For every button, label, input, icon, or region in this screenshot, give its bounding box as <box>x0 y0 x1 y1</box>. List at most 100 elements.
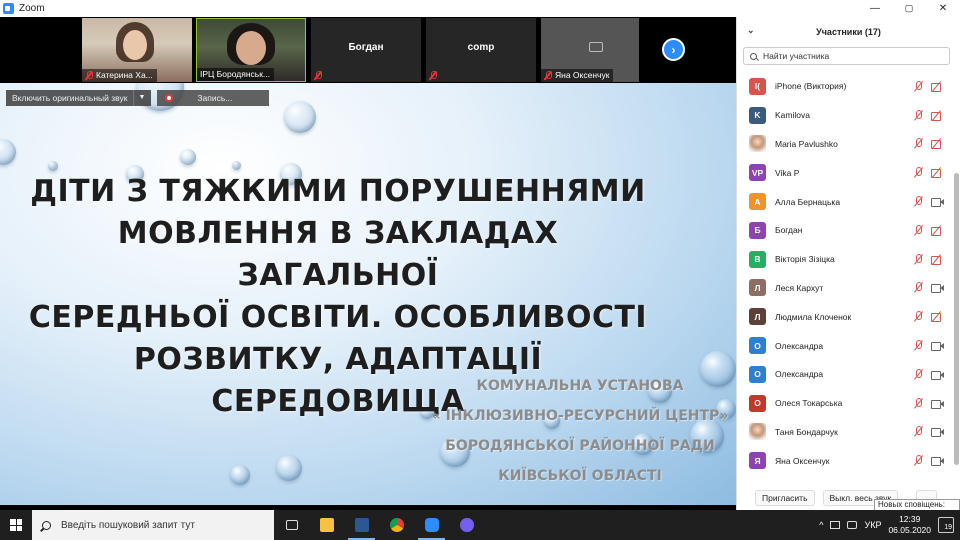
viber-icon <box>459 518 474 532</box>
participant-name: Таня Бондарчук <box>775 426 838 437</box>
participant-name: Яна Оксенчук <box>775 455 830 466</box>
mic-muted-icon <box>85 71 93 80</box>
next-page-icon[interactable]: › <box>662 38 685 61</box>
start-button[interactable] <box>0 510 32 540</box>
mic-muted-icon <box>913 426 923 437</box>
participant-name: Олександра <box>775 369 824 380</box>
camera-icon <box>931 455 944 467</box>
search-icon <box>42 520 51 530</box>
taskbar-search-input[interactable]: Введіть пошуковий запит тут <box>32 510 274 540</box>
thumbnail-name: ІРЦ Бородянськ... <box>197 68 274 81</box>
chevron-down-icon[interactable]: ▼ <box>133 90 145 106</box>
search-icon <box>750 52 757 60</box>
slide-org-line: КИЇВСЬКОЇ ОБЛАСТІ <box>498 468 662 484</box>
action-center-icon[interactable]: 19 <box>938 517 954 533</box>
video-thumbnail[interactable]: Богдан <box>311 18 421 82</box>
participant-status-icons <box>913 340 944 352</box>
mic-muted-icon <box>913 138 923 149</box>
maximize-button[interactable]: ▢ <box>892 3 926 14</box>
participant-row[interactable]: I(iPhone (Виктория) <box>737 72 953 101</box>
record-button[interactable]: Запись... <box>157 90 270 106</box>
minimize-button[interactable]: — <box>858 3 892 14</box>
water-drop <box>180 149 196 165</box>
participant-status-icons <box>913 397 944 409</box>
slide-title-line: ДІТИ З ТЯЖКИМИ ПОРУШЕННЯМИ <box>30 174 646 209</box>
volume-icon[interactable] <box>847 521 858 529</box>
thumbnail-center-name: Богдан <box>348 42 384 53</box>
participant-name: Людмила Клоченок <box>775 311 852 322</box>
camera-icon <box>931 369 944 380</box>
participant-row[interactable]: K Kamilova <box>737 101 953 130</box>
mic-muted-icon <box>314 71 322 80</box>
original-sound-button[interactable]: Включить оригинальный звук ▼ <box>6 90 152 106</box>
mic-muted-icon <box>913 368 923 380</box>
video-thumbnail[interactable]: comp <box>426 18 536 82</box>
participant-row[interactable]: Л Людмила Клоченок <box>737 302 953 331</box>
taskbar-word[interactable] <box>344 510 379 540</box>
participant-status-icons <box>913 167 943 179</box>
participant-row[interactable]: VP Vika P <box>737 158 953 187</box>
camera-off-icon <box>931 311 943 323</box>
thumbnail-name <box>311 69 329 82</box>
slide-org-line: « ІНКЛЮЗИВНО-РЕСУРСНИЙ ЦЕНТР» <box>431 408 729 424</box>
video-thumbnail[interactable]: Катерина Ха... <box>82 18 192 82</box>
video-thumbnail[interactable]: Яна Оксенчук <box>541 18 639 82</box>
participant-row[interactable]: В Вікторія Зізіцка <box>737 245 953 274</box>
invite-button[interactable]: Пригласить <box>755 490 815 506</box>
participants-list: I(iPhone (Виктория) K Kamilova Maria Pavlus… <box>737 72 953 476</box>
slide-org-line: БОРОДЯНСЬКОЇ РАЙОННОЇ РАДИ <box>445 438 715 454</box>
tray-expand-icon[interactable]: ^ <box>819 520 823 530</box>
participant-row[interactable]: О Олеся Токарська <box>737 389 953 418</box>
avatar: В <box>749 250 766 268</box>
participant-row[interactable]: О Олександра <box>737 331 953 360</box>
participant-status-icons <box>913 253 943 265</box>
avatar: А <box>749 193 766 211</box>
participant-row[interactable]: Я Яна Оксенчук <box>737 446 953 475</box>
mic-muted-icon <box>913 311 923 322</box>
chrome-icon <box>389 518 404 532</box>
camera-icon <box>931 340 944 352</box>
clock-time: 12:39 <box>899 514 921 524</box>
mic-muted-icon <box>913 109 923 121</box>
participant-row[interactable]: А Алла Бернацька <box>737 187 953 216</box>
participant-status-icons <box>913 426 944 438</box>
participant-row[interactable]: О Олександра <box>737 360 953 389</box>
taskbar-viber[interactable] <box>449 510 484 540</box>
slide-title-line: МОВЛЕННЯ В ЗАКЛАДАХ ЗАГАЛЬНОЇ <box>117 216 559 293</box>
participant-row[interactable]: Maria Pavlushko <box>737 130 953 159</box>
scrollbar-thumb[interactable] <box>954 173 959 465</box>
zoom-window: Zoom — ▢ ✕ Катерина Ха... ІРЦ Бородянськ… <box>0 0 960 540</box>
water-drop <box>230 465 250 485</box>
network-icon[interactable] <box>830 521 841 529</box>
clock[interactable]: 12:39 06.05.2020 <box>888 514 931 536</box>
participant-row[interactable]: Таня Бондарчук <box>737 418 953 447</box>
participant-status-icons <box>913 311 943 323</box>
language-indicator[interactable]: УКР <box>864 520 881 530</box>
camera-off-icon <box>931 254 943 265</box>
participants-title: Участники (17) <box>816 27 881 37</box>
participants-scrollbar[interactable] <box>954 77 959 467</box>
taskbar-chrome[interactable] <box>379 510 414 540</box>
participant-name: Vika P <box>775 167 800 178</box>
close-button[interactable]: ✕ <box>926 3 960 14</box>
collapse-chevron-icon[interactable]: ⌄ <box>747 25 755 36</box>
mic-muted-icon <box>544 71 552 80</box>
participants-panel: ⌄ Участники (17) Найти участника I(iPhon… <box>736 17 960 510</box>
original-sound-label: Включить оригинальный звук <box>12 93 128 103</box>
participant-status-icons <box>913 196 944 208</box>
avatar: О <box>749 394 766 412</box>
taskbar-explorer[interactable] <box>309 510 344 540</box>
avatar: О <box>749 365 766 383</box>
video-thumbnail-active[interactable]: ІРЦ Бородянськ... <box>196 18 306 82</box>
task-view-button[interactable] <box>274 510 309 540</box>
water-drop <box>276 455 302 481</box>
participant-search-input[interactable]: Найти участника <box>743 47 950 65</box>
taskbar-search-placeholder: Введіть пошуковий запит тут <box>61 519 195 531</box>
participant-row[interactable]: Б Богдан <box>737 216 953 245</box>
taskbar-zoom[interactable] <box>414 510 449 540</box>
slide-title-line: СЕРЕДНЬОЇ ОСВІТИ. ОСОБЛИВОСТІ <box>28 300 648 335</box>
participant-name: Леся Кархут <box>775 282 824 293</box>
participant-row[interactable]: Л Леся Кархут <box>737 274 953 303</box>
participant-name: Maria Pavlushko <box>775 138 838 149</box>
word-icon <box>354 518 369 532</box>
